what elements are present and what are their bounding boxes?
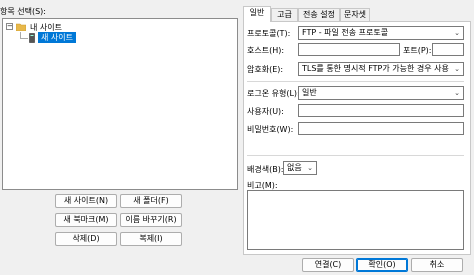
- encryption-select[interactable]: TLS를 통한 명시적 FTP가 가능한 경우 사용 ⌄: [298, 62, 464, 76]
- site-tree-label: 항목 선택(S):: [0, 7, 46, 16]
- tree-collapse-toggle[interactable]: −: [6, 23, 13, 30]
- tree-item-new-site[interactable]: 새 사이트: [38, 32, 76, 43]
- logon-type-select[interactable]: 일반 ⌄: [298, 86, 464, 100]
- logon-type-value: 일반: [302, 88, 317, 97]
- ok-button[interactable]: 확인(O): [356, 258, 408, 272]
- chevron-down-icon: ⌄: [454, 65, 460, 73]
- tab-general[interactable]: 일반: [243, 6, 271, 22]
- logon-type-label: 로그온 유형(L):: [247, 89, 300, 98]
- new-site-button[interactable]: 새 사이트(N): [55, 194, 117, 208]
- tree-connector-h: [20, 38, 28, 39]
- section-divider-2: [247, 155, 464, 156]
- user-input[interactable]: [298, 104, 464, 117]
- tab-charset[interactable]: 문자셋: [340, 8, 370, 21]
- chevron-down-icon: ⌄: [454, 29, 460, 37]
- host-input[interactable]: [298, 43, 400, 56]
- background-color-label: 배경색(B):: [247, 165, 284, 174]
- host-label: 호스트(H):: [247, 46, 285, 55]
- port-label: 포트(P):: [403, 46, 432, 55]
- background-color-select[interactable]: 없음 ⌄: [283, 161, 317, 175]
- port-input[interactable]: [432, 43, 464, 56]
- protocol-select[interactable]: FTP - 파일 전송 프로토콜 ⌄: [298, 26, 464, 40]
- user-label: 사용자(U):: [247, 107, 284, 116]
- password-label: 비밀번호(W):: [247, 125, 294, 134]
- background-color-value: 없음: [287, 163, 302, 172]
- protocol-value: FTP - 파일 전송 프로토콜: [302, 28, 389, 37]
- protocol-label: 프로토콜(T):: [247, 29, 291, 38]
- password-input[interactable]: [298, 122, 464, 135]
- delete-button[interactable]: 삭제(D): [55, 232, 117, 246]
- new-bookmark-button[interactable]: 새 북마크(M): [55, 213, 117, 227]
- section-divider: [247, 81, 464, 82]
- connect-button[interactable]: 연결(C): [302, 258, 354, 272]
- server-icon: [29, 33, 35, 43]
- cancel-button[interactable]: 취소: [411, 258, 463, 272]
- tab-advanced[interactable]: 고급: [271, 8, 298, 21]
- encryption-value: TLS를 통한 명시적 FTP가 가능한 경우 사용: [302, 64, 449, 73]
- duplicate-button[interactable]: 복제(I): [120, 232, 182, 246]
- rename-button[interactable]: 이름 바꾸기(R): [120, 213, 182, 227]
- chevron-down-icon: ⌄: [307, 164, 313, 172]
- folder-icon: [15, 23, 27, 32]
- encryption-label: 암호화(E):: [247, 65, 284, 74]
- chevron-down-icon: ⌄: [454, 89, 460, 97]
- tab-transfer-settings[interactable]: 전송 설정: [298, 8, 340, 21]
- comments-textarea[interactable]: [247, 190, 464, 250]
- site-tree[interactable]: − 내 사이트 새 사이트: [2, 18, 238, 190]
- new-folder-button[interactable]: 새 폴더(F): [120, 194, 182, 208]
